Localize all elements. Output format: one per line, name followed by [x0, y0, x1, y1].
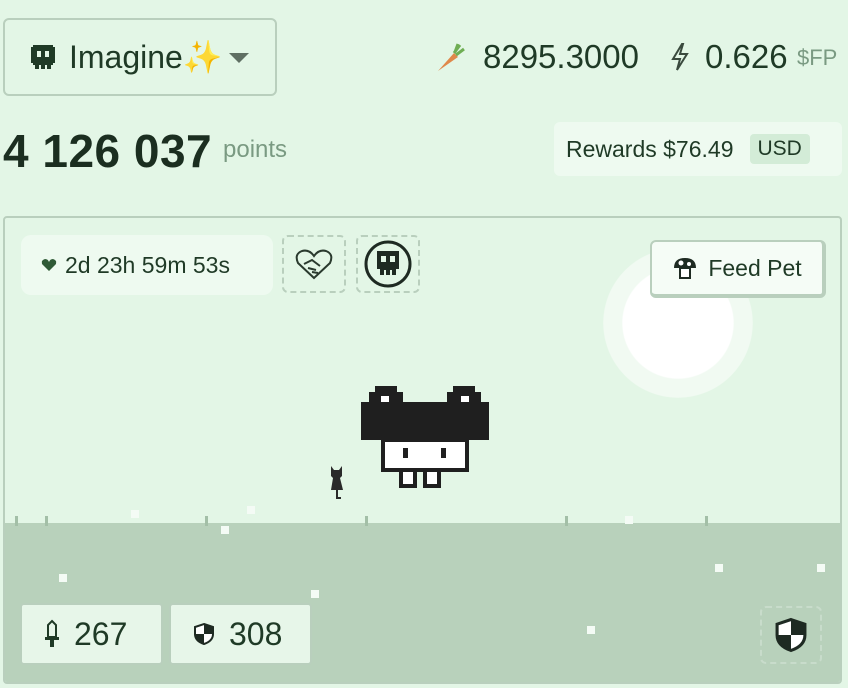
flower [311, 590, 319, 598]
carrot-icon [438, 43, 465, 71]
fp-balance: 0.626 [705, 38, 788, 75]
shield-icon [775, 617, 807, 653]
pixel-ghost-icon [31, 45, 55, 69]
flower [131, 510, 139, 518]
grass-tuft [205, 516, 208, 526]
grass-tuft [705, 516, 708, 526]
points-value: 4 126 037 [3, 125, 213, 177]
sword-icon [45, 619, 59, 647]
mushroom-icon [674, 258, 697, 279]
defense-stat: 308 [169, 603, 312, 665]
feed-pet-label: Feed Pet [708, 254, 802, 281]
pet-name: Imagine✨ [69, 39, 223, 75]
flower [715, 564, 723, 572]
feed-pet-button[interactable]: Feed Pet [650, 240, 826, 298]
pet-selector[interactable]: Imagine✨ [3, 18, 277, 96]
chevron-down-icon [229, 53, 249, 63]
pet-sprite [361, 386, 489, 488]
skull-icon [364, 240, 412, 288]
skull-button[interactable] [356, 235, 420, 293]
grass-tuft [565, 516, 568, 526]
flower [247, 506, 255, 514]
lightning-bolt-icon [671, 43, 689, 71]
attack-stat: 267 [20, 603, 163, 665]
rewards-badge: Rewards $76.49 USD [554, 122, 842, 176]
flower [59, 574, 67, 582]
flower [221, 526, 229, 534]
grass-tuft [15, 516, 18, 526]
defend-button[interactable] [760, 606, 822, 664]
handshake-button[interactable] [282, 235, 346, 293]
rewards-label: Rewards $76.49 [566, 135, 734, 162]
flower [817, 564, 825, 572]
defense-value: 308 [229, 615, 283, 652]
pet-scene: 2d 23h 59m 53s Feed Pet 267 308 [3, 216, 842, 684]
fp-unit: $FP [797, 45, 838, 70]
flower [625, 516, 633, 524]
life-timer: 2d 23h 59m 53s [21, 235, 273, 295]
currency-tag: USD [749, 134, 810, 164]
handshake-heart-icon [295, 249, 333, 280]
timer-text: 2d 23h 59m 53s [65, 251, 230, 278]
heart-icon [41, 259, 57, 271]
carrot-balance: 8295.3000 [483, 38, 639, 75]
grass-tuft [365, 516, 368, 526]
points-unit: points [223, 136, 288, 163]
flower [587, 626, 595, 634]
shield-icon [194, 622, 214, 646]
grass-tuft [45, 516, 48, 526]
cat-sprite [331, 466, 343, 499]
attack-value: 267 [74, 615, 128, 652]
